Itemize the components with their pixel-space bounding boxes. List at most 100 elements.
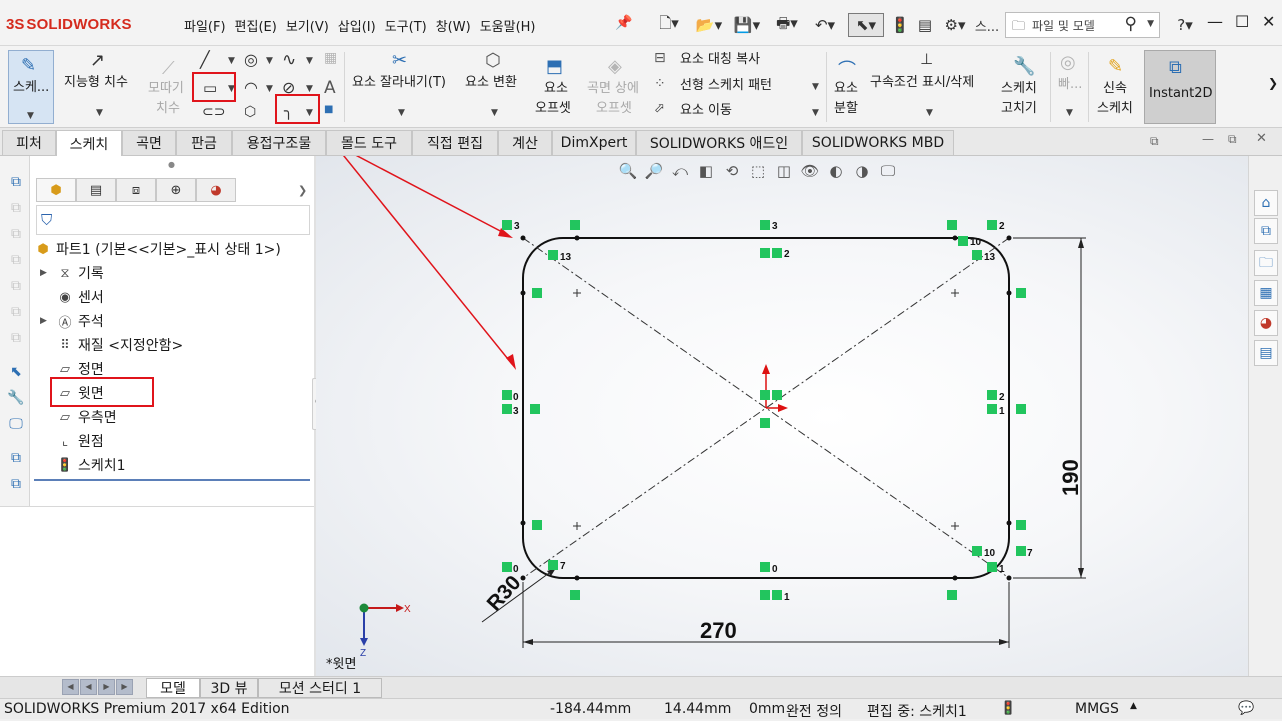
line-tool-icon[interactable]: ╱ [200, 50, 210, 69]
solidworks-logo[interactable]: 3S SOLIDWORKS [6, 12, 132, 36]
rebuild-icon[interactable]: 🚦 [890, 13, 910, 37]
slot-tool-icon[interactable]: ⊂⊃ [202, 104, 225, 120]
resources-icon[interactable]: ⧉ [1254, 218, 1278, 244]
tree-item-sensors[interactable]: ◉ 센서 [56, 286, 103, 308]
tab-solidworks-addins[interactable]: SOLIDWORKS 애드인 [636, 130, 802, 155]
tree-root-part[interactable]: ⬢ 파트1 (기본<<기본>_표시 상태 1>) [34, 238, 281, 260]
layer-icon[interactable]: ⧉ [7, 450, 25, 468]
menu-tools[interactable]: 도구(T) [385, 16, 436, 35]
options-gear-icon[interactable]: ⚙▾ [940, 13, 970, 37]
point-tool-icon[interactable]: ■ [324, 104, 333, 115]
relation-marker[interactable] [760, 418, 770, 428]
open-document-icon[interactable]: 📂▾ [692, 13, 726, 37]
tab-evaluate[interactable]: 계산 [498, 130, 552, 155]
tab-sheet-metal[interactable]: 판금 [176, 130, 232, 155]
chevron-down-icon[interactable]: ▼ [266, 84, 273, 94]
select-icon[interactable]: ⬉▾ [848, 13, 884, 37]
display-icon[interactable]: 🖵 [7, 416, 25, 434]
search-icon[interactable]: ⚲ [1125, 14, 1137, 34]
file-explorer-icon[interactable]: 🗀 [1254, 250, 1278, 276]
pin-menu-icon[interactable]: 📌 [615, 15, 632, 31]
tree-item-annotations[interactable]: Ⓐ 주석 [56, 310, 103, 332]
revolved-boss-icon[interactable]: ⧉ [7, 200, 25, 218]
relation-marker[interactable] [1016, 404, 1026, 414]
featuremanager-tab[interactable]: ⬢ [36, 178, 76, 202]
search-input[interactable]: 🗀 파일 및 모델 ⚲ ▼ [1005, 12, 1160, 38]
print-icon[interactable]: 🖶▾ [770, 13, 804, 37]
tree-item-history[interactable]: ⧖ 기록 [56, 262, 103, 284]
propertymanager-tab[interactable]: ▤ [76, 178, 116, 202]
sketch-point[interactable] [574, 575, 580, 581]
custom-properties-icon[interactable]: ▤ [1254, 340, 1278, 366]
sketch-point[interactable] [520, 575, 526, 581]
sketch-point[interactable] [520, 235, 526, 241]
restore-pane-icon[interactable]: ⧉ [1150, 134, 1159, 149]
tab-motion-study[interactable]: 모션 스터디 1 [258, 678, 382, 698]
sketch-point[interactable] [574, 235, 580, 241]
relation-marker[interactable] [772, 390, 782, 400]
relation-marker[interactable] [958, 236, 968, 246]
relation-marker[interactable] [530, 404, 540, 414]
plane-icon[interactable]: ▦ [324, 50, 337, 66]
dimension-height-text[interactable]: 190 [1058, 459, 1083, 496]
sketch-point[interactable] [520, 520, 526, 526]
relation-marker[interactable] [772, 590, 782, 600]
design-library-icon[interactable]: ▦ [1254, 280, 1278, 306]
maximize-icon[interactable]: ☐ [1235, 12, 1249, 31]
sketch-point[interactable] [520, 290, 526, 296]
expand-arrow-icon[interactable]: ▶ [40, 316, 47, 326]
search-scope-text[interactable]: 스... [974, 13, 1000, 37]
menu-edit[interactable]: 편집(E) [235, 16, 286, 35]
help-button[interactable]: ? ▾ [1170, 13, 1200, 37]
sketch-button[interactable]: ✎ 스케... ▼ [8, 50, 54, 124]
previous-tab-icon[interactable]: ◀ [80, 679, 97, 695]
relation-marker[interactable] [502, 562, 512, 572]
circle-tool-icon[interactable]: ◎ [244, 50, 258, 69]
tree-filter[interactable]: ⛉ [36, 205, 310, 235]
tooltip-icon[interactable]: 💬 [1238, 701, 1254, 716]
panel-grip-icon[interactable]: ● [168, 160, 175, 169]
chevron-down-icon[interactable]: ▼ [228, 56, 235, 66]
relation-marker[interactable] [947, 590, 957, 600]
sketch-point[interactable] [1006, 235, 1012, 241]
appearances-icon[interactable]: ◕ [1254, 310, 1278, 336]
relation-marker[interactable] [548, 250, 558, 260]
first-tab-icon[interactable]: ◀ [62, 679, 79, 695]
relation-marker[interactable] [548, 560, 558, 570]
dimension-width-text[interactable]: 270 [700, 618, 737, 643]
tree-item-material[interactable]: ⠿ 재질 <지정안함> [56, 334, 183, 356]
copy-entities-icon[interactable]: ⧉ [7, 476, 25, 494]
tab-sketch[interactable]: 스케치 [56, 130, 122, 156]
relation-marker[interactable] [760, 562, 770, 572]
tab-weldments[interactable]: 용접구조물 [232, 130, 326, 155]
sketch-canvas[interactable]: 3 13 3 2 2 10 13 0 3 2 1 0 7 0 1 10 7 1 … [316, 156, 1248, 676]
sketch-point[interactable] [952, 235, 958, 241]
relation-marker[interactable] [570, 220, 580, 230]
menu-insert[interactable]: 삽입(I) [338, 16, 385, 35]
relation-marker[interactable] [987, 404, 997, 414]
arc-tool-icon[interactable]: ◠ [244, 78, 258, 97]
extruded-boss-icon[interactable]: ⧉ [7, 174, 25, 192]
relation-marker[interactable] [987, 390, 997, 400]
relation-marker[interactable] [760, 590, 770, 600]
relation-marker[interactable] [772, 248, 782, 258]
relation-marker[interactable] [972, 546, 982, 556]
tree-item-right-plane[interactable]: ▱ 우측면 [56, 406, 117, 428]
tab-model[interactable]: 모델 [146, 678, 200, 698]
maximize-pane-icon[interactable]: ⧉ [1228, 132, 1237, 147]
relation-marker[interactable] [502, 220, 512, 230]
select-tool-icon[interactable]: ⬉ [7, 364, 25, 382]
relation-marker[interactable] [1016, 546, 1026, 556]
tab-3d-views[interactable]: 3D 뷰 [200, 678, 258, 698]
relation-marker[interactable] [947, 220, 957, 230]
sketch-point[interactable] [1006, 290, 1012, 296]
tab-direct-editing[interactable]: 직접 편집 [412, 130, 498, 155]
menu-file[interactable]: 파일(F) [184, 16, 235, 35]
sketch-point[interactable] [952, 575, 958, 581]
home-icon[interactable]: ⌂ [1254, 190, 1278, 216]
rollback-bar[interactable] [34, 479, 310, 481]
next-tab-icon[interactable]: ▶ [98, 679, 115, 695]
relation-marker[interactable] [760, 248, 770, 258]
menu-view[interactable]: 보기(V) [286, 16, 338, 35]
relation-marker[interactable] [972, 250, 982, 260]
